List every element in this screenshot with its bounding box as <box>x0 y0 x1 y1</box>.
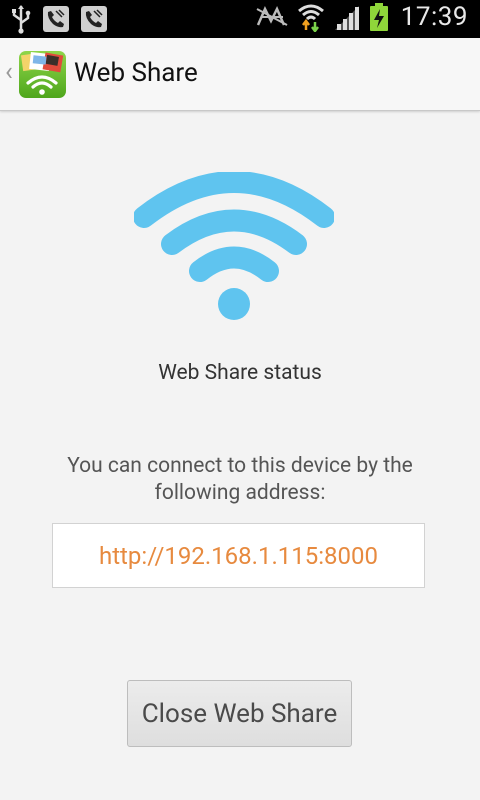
phone-icon <box>42 5 70 33</box>
address-field[interactable]: http://192.168.1.115:8000 <box>52 523 425 588</box>
phone-icon <box>80 5 108 33</box>
cell-signal-icon <box>333 3 361 31</box>
notification-icons <box>10 4 108 34</box>
system-icons: 17:39 <box>255 2 468 32</box>
wifi-signal-icon <box>297 2 325 32</box>
battery-charging-icon <box>369 2 389 32</box>
status-bar: 17:39 <box>0 0 480 38</box>
close-web-share-button[interactable]: Close Web Share <box>127 680 352 747</box>
usb-icon <box>10 4 32 34</box>
web-share-app-icon[interactable] <box>18 50 67 99</box>
nfc-icon <box>255 5 289 29</box>
connection-instructions: You can connect to this device by the fo… <box>67 454 413 505</box>
action-bar: ‹ Web Share <box>0 38 480 111</box>
address-text: http://192.168.1.115:8000 <box>98 541 379 570</box>
clock: 17:39 <box>400 2 468 32</box>
up-navigation-icon[interactable]: ‹ <box>5 59 13 85</box>
wifi-status-icon <box>133 171 335 322</box>
page-title: Web Share <box>74 58 198 88</box>
web-share-status-label: Web Share status <box>158 361 322 385</box>
